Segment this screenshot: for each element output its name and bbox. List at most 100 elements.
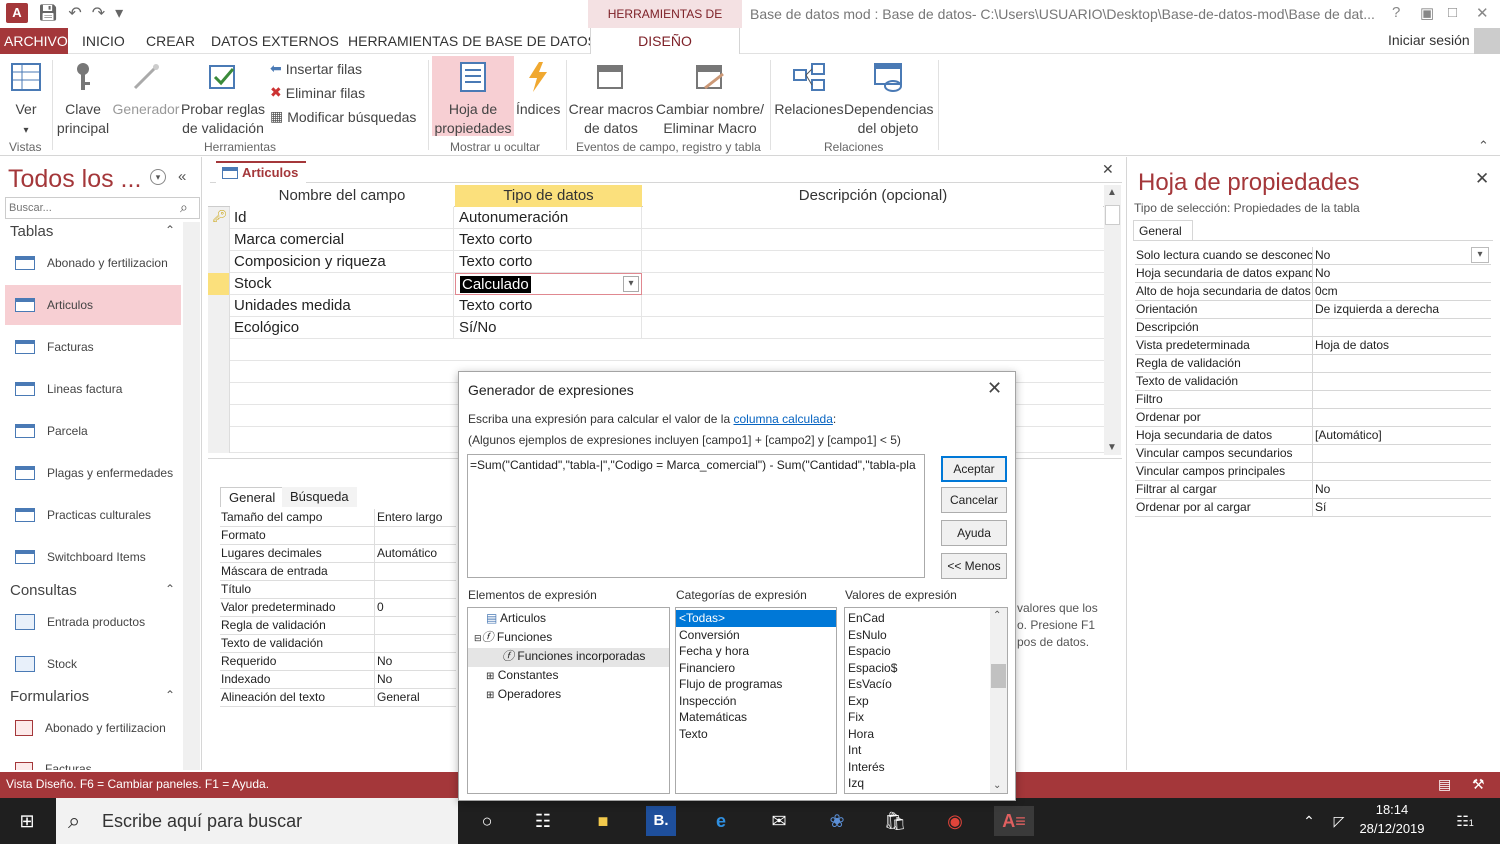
property-value[interactable]: [Automático] — [1315, 427, 1382, 444]
ok-button[interactable]: Aceptar — [941, 456, 1007, 482]
grid-scrollbar[interactable]: ▲ ▼ — [1104, 185, 1121, 455]
field-row-empty[interactable] — [208, 339, 1104, 361]
property-value[interactable]: No — [377, 671, 392, 688]
property-value[interactable]: 0 — [377, 599, 384, 616]
nav-section-forms[interactable]: Formularios ⌃ — [10, 688, 175, 705]
chevron-down-icon[interactable]: ▾ — [1471, 247, 1489, 263]
property-value[interactable]: 0cm — [1315, 283, 1338, 300]
nav-table-item[interactable]: Facturas — [5, 327, 181, 367]
close-document-icon[interactable]: ✕ — [1102, 161, 1114, 178]
nav-table-item[interactable]: Lineas factura — [5, 369, 181, 409]
delete-rows-button[interactable]: ✖ Eliminar filas — [270, 84, 365, 101]
insert-rows-button[interactable]: ⬅ Insertar filas — [270, 60, 362, 77]
list-item[interactable]: Financiero — [676, 660, 836, 677]
tab-create[interactable]: CREAR — [140, 28, 201, 54]
indexes-button[interactable]: Índices — [516, 60, 560, 119]
list-item[interactable]: Texto — [676, 726, 836, 743]
data-type-select[interactable]: Calculado ▾ — [455, 273, 642, 295]
design-view-icon[interactable]: ⚒ — [1472, 772, 1485, 796]
field-name-cell[interactable]: Ecológico — [230, 317, 454, 339]
tab-lookup[interactable]: Búsqueda — [282, 487, 357, 507]
nav-title[interactable]: Todos los ... — [8, 165, 141, 194]
property-sheet-row[interactable]: Ordenar por al cargar Sí — [1135, 499, 1491, 517]
field-property-row[interactable]: Máscara de entrada — [220, 563, 456, 581]
app-network-icon[interactable]: ❀ — [822, 806, 852, 836]
nav-query-item[interactable]: Stock — [5, 644, 181, 684]
field-name-cell[interactable]: Id — [230, 207, 454, 229]
property-value[interactable]: Hoja de datos — [1315, 337, 1389, 354]
list-item[interactable]: EsVacío — [845, 676, 1007, 693]
list-item[interactable]: Interés — [845, 759, 1007, 776]
relationships-button[interactable]: Relaciones — [774, 60, 844, 119]
nav-section-queries[interactable]: Consultas ⌃ — [10, 582, 175, 599]
field-property-row[interactable]: Regla de validación — [220, 617, 456, 635]
tree-item[interactable]: ⊞ Operadores — [468, 686, 669, 705]
close-window-icon[interactable]: ✕ — [1476, 4, 1489, 22]
nav-table-item[interactable]: Plagas y enfermedades — [5, 453, 181, 493]
avatar[interactable] — [1474, 28, 1500, 54]
close-property-sheet-icon[interactable]: ✕ — [1475, 169, 1489, 189]
rename-delete-macro-button[interactable]: Cambiar nombre/ Eliminar Macro — [654, 60, 766, 138]
field-row[interactable]: Unidades medida Texto corto — [208, 295, 1104, 317]
primary-key-button[interactable]: Clave principal — [56, 60, 110, 138]
list-item[interactable]: Espacio — [845, 643, 1007, 660]
builder-button[interactable]: Generador — [112, 60, 180, 119]
property-value[interactable]: Entero largo — [377, 509, 442, 526]
app-b-icon[interactable]: B. — [646, 806, 676, 836]
nav-table-item[interactable]: Practicas culturales — [5, 495, 181, 535]
nav-form-item[interactable]: Facturas — [5, 750, 181, 770]
property-sheet-row[interactable]: Vincular campos secundarios — [1135, 445, 1491, 463]
property-sheet-row[interactable]: Alto de hoja secundaria de datos 0cm — [1135, 283, 1491, 301]
less-button[interactable]: << Menos — [941, 553, 1007, 579]
categories-list[interactable]: <Todas> Conversión Fecha y hora Financie… — [675, 607, 837, 794]
nav-table-item[interactable]: Parcela — [5, 411, 181, 451]
list-item[interactable]: Flujo de programas — [676, 676, 836, 693]
chrome-icon[interactable]: ◉ — [940, 806, 970, 836]
tab-home[interactable]: INICIO — [76, 28, 131, 54]
property-sheet-row[interactable]: Hoja secundaria de datos [Automático] — [1135, 427, 1491, 445]
tab-database-tools[interactable]: HERRAMIENTAS DE BASE DE DATOS — [342, 28, 603, 54]
field-name-cell[interactable]: Composicion y riqueza — [230, 251, 454, 273]
property-sheet-row[interactable]: Orientación De izquierda a derecha — [1135, 301, 1491, 319]
list-item[interactable]: EsNulo — [845, 627, 1007, 644]
nav-scrollbar[interactable] — [183, 222, 200, 770]
list-item[interactable]: Fix — [845, 709, 1007, 726]
property-sheet-row[interactable]: Solo lectura cuando se desconecta No ▾ — [1135, 247, 1491, 265]
datasheet-view-icon[interactable]: ▤ — [1438, 772, 1451, 796]
nav-query-item[interactable]: Entrada productos — [5, 602, 181, 642]
list-item[interactable]: Hora — [845, 726, 1007, 743]
list-item[interactable]: Matemáticas — [676, 709, 836, 726]
field-row[interactable]: Composicion y riqueza Texto corto — [208, 251, 1104, 273]
field-property-row[interactable]: Tamaño del campo Entero largo — [220, 509, 456, 527]
collapse-ribbon-icon[interactable]: ⌃ — [1478, 138, 1489, 154]
windows-start-icon[interactable]: ⊞ — [12, 806, 42, 836]
list-item[interactable]: Espacio$ — [845, 660, 1007, 677]
property-value[interactable]: No — [1315, 265, 1330, 282]
field-property-row[interactable]: Título — [220, 581, 456, 599]
help-button[interactable]: Ayuda — [941, 520, 1007, 546]
property-sheet-row[interactable]: Descripción — [1135, 319, 1491, 337]
notifications-icon[interactable]: ☷1 — [1450, 806, 1480, 836]
list-item[interactable]: Inspección — [676, 693, 836, 710]
field-property-row[interactable]: Valor predeterminado 0 — [220, 599, 456, 617]
property-value[interactable]: De izquierda a derecha — [1315, 301, 1439, 318]
nav-table-item[interactable]: Articulos — [5, 285, 181, 325]
list-item[interactable]: Int — [845, 742, 1007, 759]
tray-expand-icon[interactable]: ⌃ — [1294, 806, 1324, 836]
property-sheet-row[interactable]: Vista predeterminada Hoja de datos — [1135, 337, 1491, 355]
cortana-icon[interactable]: ○ — [472, 806, 502, 836]
tree-item[interactable]: ⊟ⓕ Funciones — [468, 629, 669, 648]
data-type-cell[interactable]: Texto corto — [455, 229, 642, 251]
data-type-cell[interactable]: Autonumeración — [455, 207, 642, 229]
calculated-column-link[interactable]: columna calculada — [733, 412, 832, 426]
redo-icon[interactable]: ↷ — [92, 3, 105, 23]
data-type-cell[interactable]: Texto corto — [455, 251, 642, 273]
maximize-icon[interactable]: □ — [1448, 4, 1457, 21]
save-icon[interactable]: 💾︎ — [38, 3, 58, 23]
property-sheet-row[interactable]: Filtrar al cargar No — [1135, 481, 1491, 499]
cancel-button[interactable]: Cancelar — [941, 487, 1007, 513]
data-type-cell[interactable]: Texto corto — [455, 295, 642, 317]
close-dialog-icon[interactable]: ✕ — [987, 378, 1002, 399]
property-sheet-row[interactable]: Regla de validación — [1135, 355, 1491, 373]
tab-file[interactable]: ARCHIVO — [0, 28, 68, 54]
